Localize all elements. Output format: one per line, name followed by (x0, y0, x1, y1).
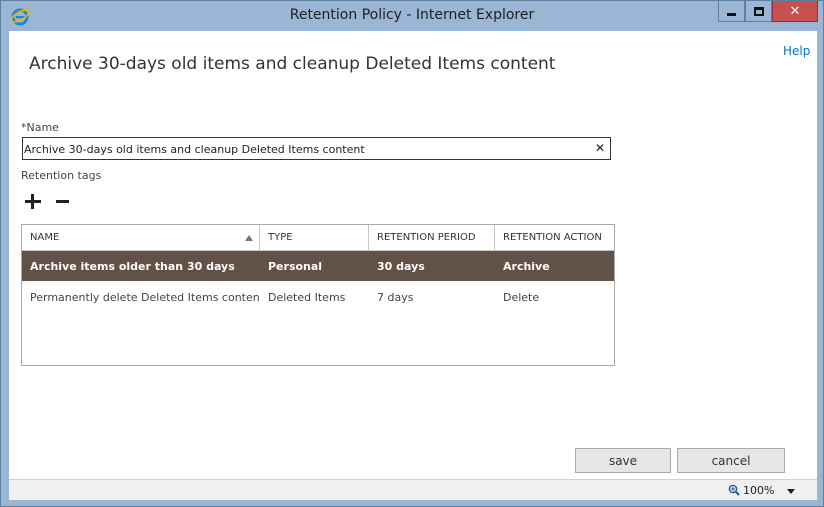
minimize-icon (727, 12, 736, 16)
cell-period: 30 days (377, 260, 425, 273)
name-label: *Name (21, 121, 59, 134)
minus-icon[interactable] (56, 193, 70, 209)
cell-type: Personal (268, 260, 323, 273)
table-header: NAME TYPE RETENTION PERIOD RETENTION ACT… (22, 225, 614, 251)
cell-action: Archive (503, 260, 550, 273)
help-link[interactable]: Help (783, 44, 810, 58)
magnifier-icon[interactable] (728, 484, 740, 496)
column-header-label: TYPE (268, 232, 293, 243)
chevron-down-icon[interactable] (787, 489, 795, 494)
zoom-level[interactable]: 100% (743, 484, 774, 497)
plus-icon[interactable] (25, 193, 41, 209)
column-header-type[interactable]: TYPE (260, 225, 369, 251)
status-bar: 100% (9, 479, 817, 500)
close-icon: ✕ (789, 3, 801, 19)
column-header-retention-action[interactable]: RETENTION ACTION (495, 225, 614, 251)
column-header-label: RETENTION ACTION (503, 232, 602, 243)
column-header-label: NAME (30, 232, 60, 243)
cell-action: Delete (503, 291, 540, 304)
name-field[interactable]: ✕ (22, 137, 611, 160)
column-header-retention-period[interactable]: RETENTION PERIOD (369, 225, 495, 251)
dialog-content: Help Archive 30-days old items and clean… (9, 31, 817, 479)
cell-period: 7 days (377, 291, 414, 304)
page-title: Archive 30-days old items and cleanup De… (29, 54, 556, 74)
maximize-button[interactable] (745, 1, 772, 22)
table-row[interactable]: Permanently delete Deleted Items content… (22, 282, 614, 312)
maximize-icon (753, 6, 764, 16)
cancel-button[interactable]: cancel (677, 448, 785, 473)
window-title: Retention Policy - Internet Explorer (289, 7, 535, 23)
title-bar[interactable]: Retention Policy - Internet Explorer ✕ (1, 1, 823, 31)
sort-ascending-icon (245, 235, 253, 241)
clear-icon[interactable]: ✕ (595, 141, 605, 155)
cell-type: Deleted Items (268, 291, 346, 304)
cell-name: Permanently delete Deleted Items content (30, 291, 260, 304)
table-row[interactable]: Archive items older than 30 days Persona… (22, 251, 614, 281)
column-header-name[interactable]: NAME (22, 225, 260, 251)
column-header-label: RETENTION PERIOD (377, 232, 476, 243)
close-button[interactable]: ✕ (772, 1, 818, 22)
save-button[interactable]: save (575, 448, 671, 473)
cell-name: Archive items older than 30 days (30, 260, 235, 273)
minimize-button[interactable] (718, 1, 745, 22)
retention-tags-table: NAME TYPE RETENTION PERIOD RETENTION ACT… (21, 224, 615, 366)
browser-window: Retention Policy - Internet Explorer ✕ H… (0, 0, 824, 507)
name-input[interactable] (23, 139, 583, 160)
retention-tags-label: Retention tags (21, 169, 102, 182)
